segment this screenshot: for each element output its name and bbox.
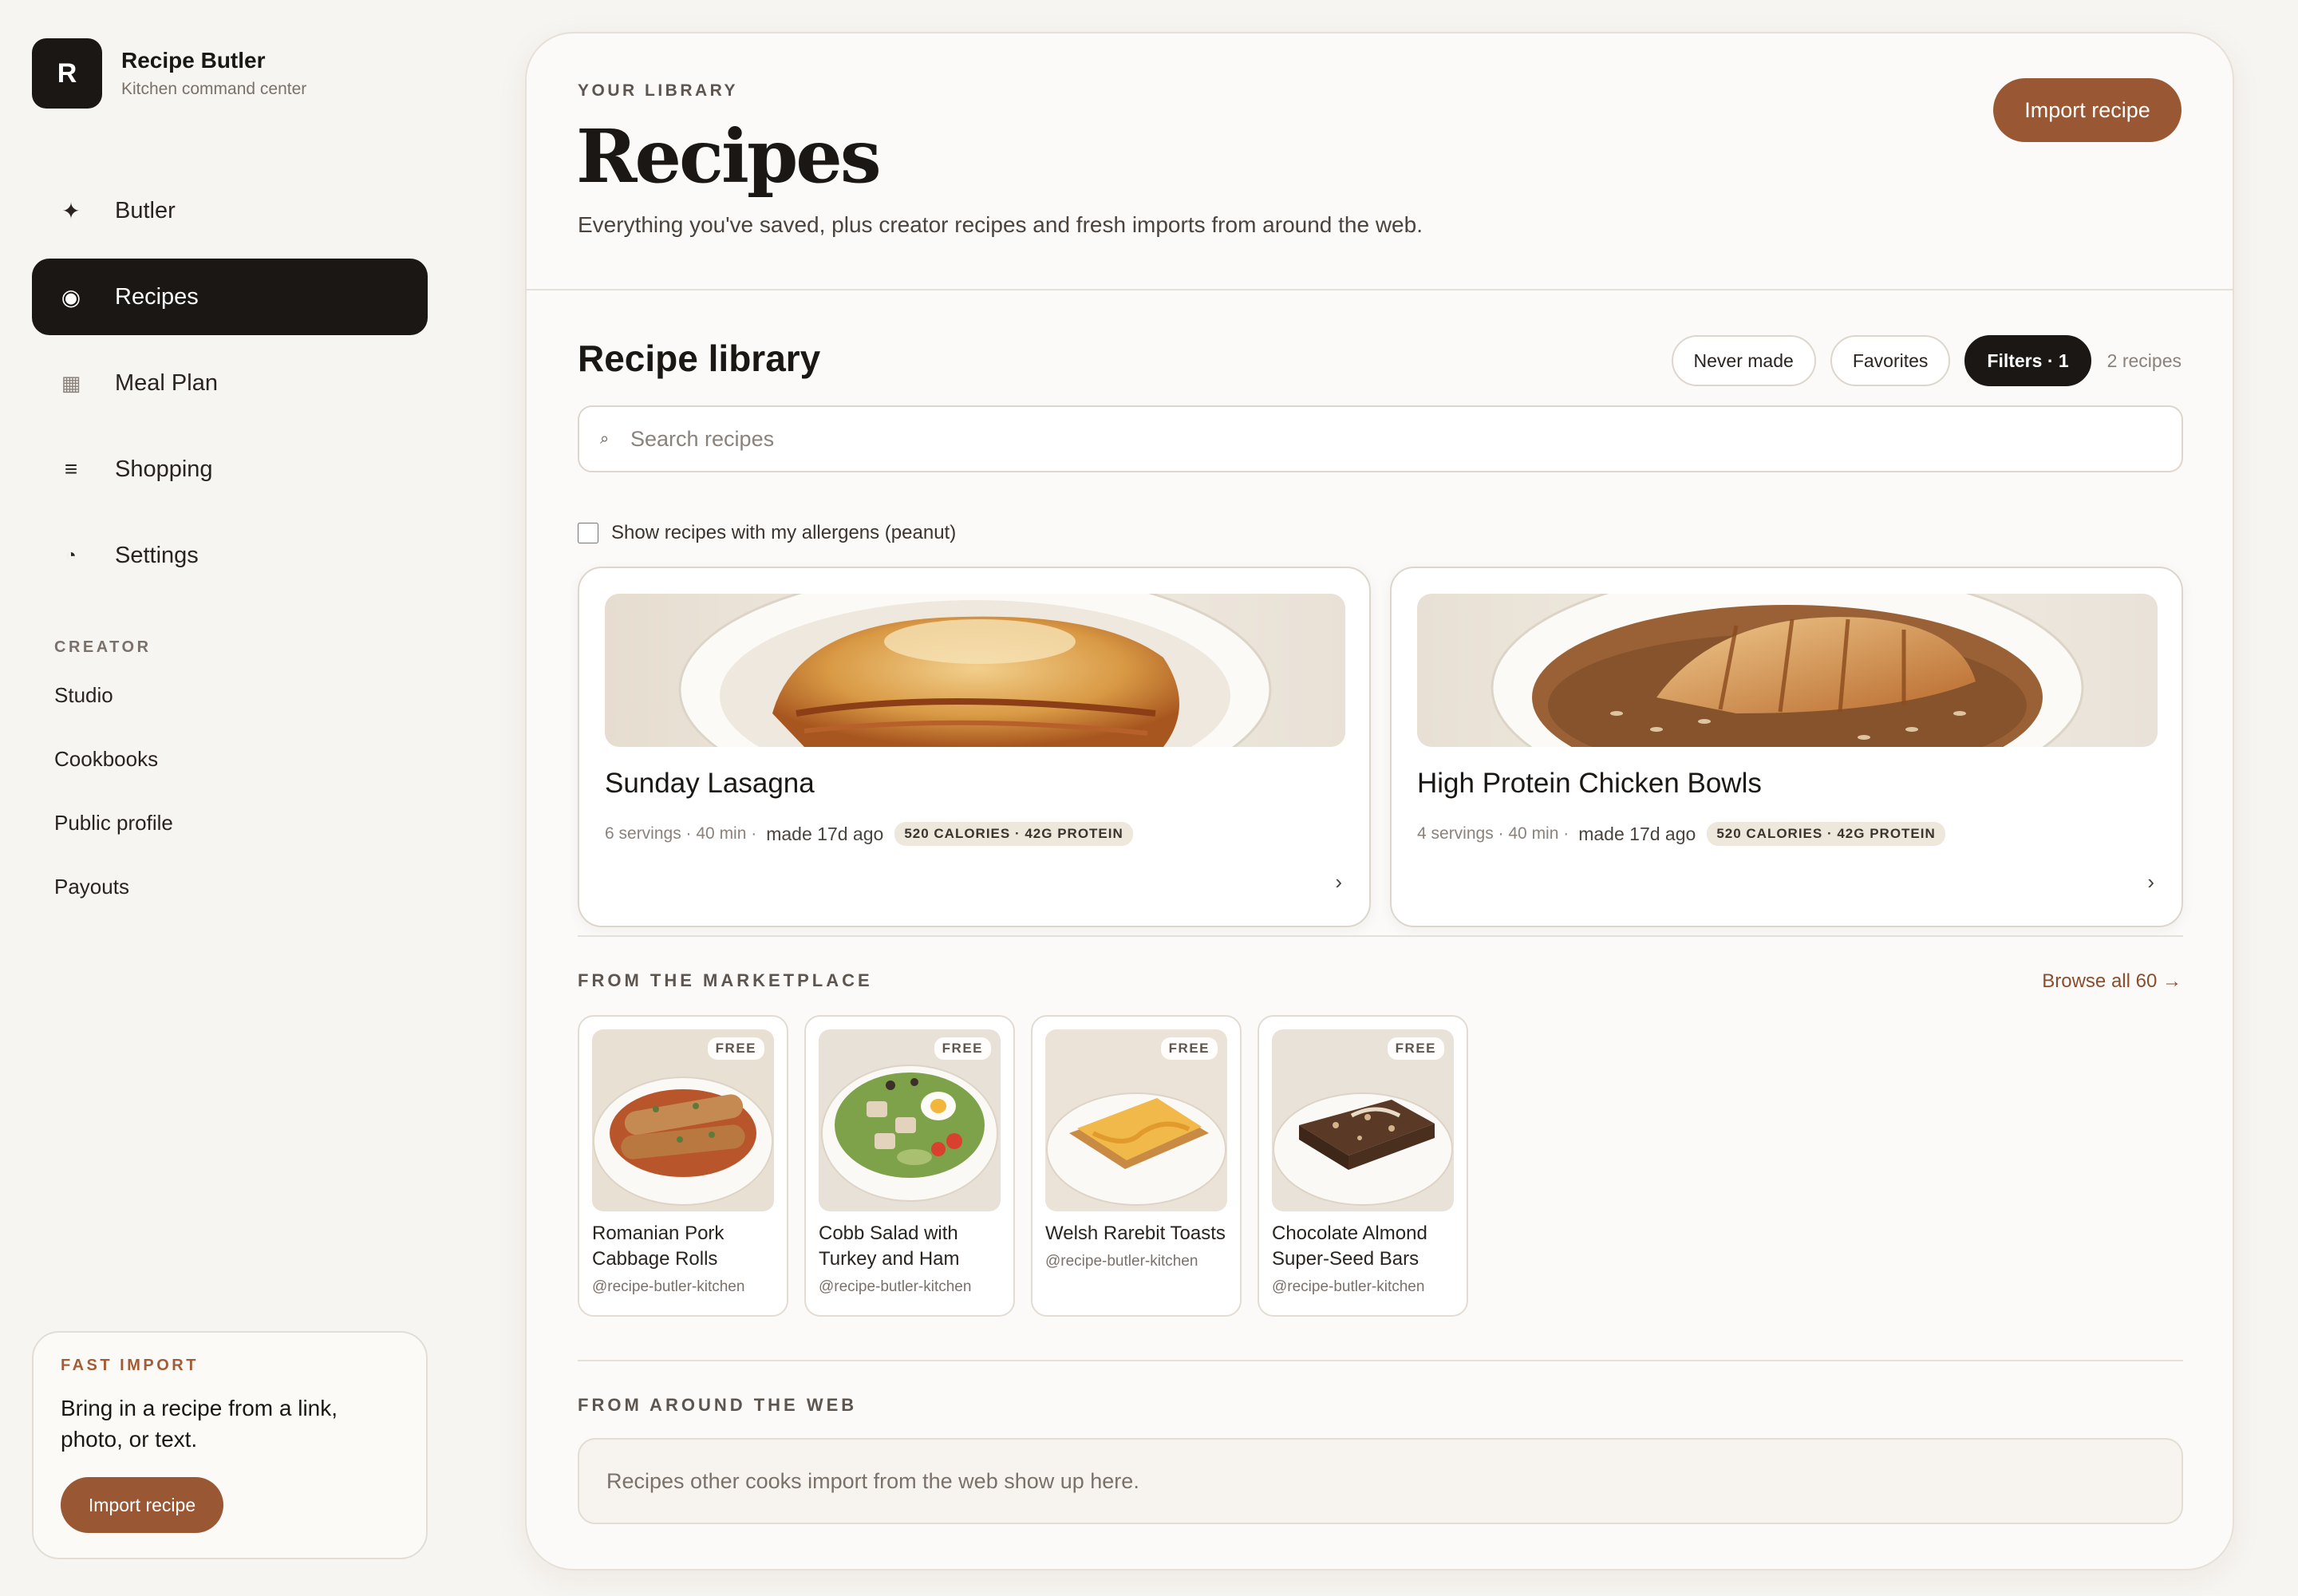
recipe-count: 2 recipes bbox=[2106, 350, 2182, 371]
web-heading: FROM AROUND THE WEB bbox=[578, 1395, 858, 1415]
recipe-name: High Protein Chicken Bowls bbox=[1417, 768, 1762, 799]
free-badge: FREE bbox=[934, 1037, 991, 1060]
header-divider bbox=[527, 289, 2233, 290]
main-nav: ✦ Butler ◉ Recipes ▦ Meal Plan ≡ Shoppin… bbox=[32, 172, 428, 603]
recipe-meta: 6 servings · 40 min · made 17d ago 520 C… bbox=[605, 822, 1133, 846]
section-divider bbox=[578, 935, 2183, 937]
allergen-checkbox[interactable] bbox=[578, 523, 598, 543]
recipes-icon: ◉ bbox=[61, 284, 81, 310]
creator-handle: @recipe-butler-kitchen bbox=[592, 1278, 745, 1295]
creator-handle: @recipe-butler-kitchen bbox=[819, 1278, 972, 1295]
creator-list: Studio Cookbooks Public profile Payouts bbox=[54, 683, 173, 938]
brand-text: Recipe Butler Kitchen command center bbox=[121, 48, 306, 99]
marketplace-card[interactable]: FREE Welsh Rarebit Toasts @recipe-butler… bbox=[1031, 1015, 1242, 1317]
brand[interactable]: R Recipe Butler Kitchen command center bbox=[32, 38, 306, 109]
nutrition-badge: 520 CALORIES · 42G PROTEIN bbox=[1707, 822, 1945, 846]
cabbage-rolls-image: FREE bbox=[592, 1029, 774, 1211]
page-subtitle: Everything you've saved, plus creator re… bbox=[578, 212, 1423, 237]
marketplace-card[interactable]: FREE Romanian Pork Cabbage Rolls @recipe… bbox=[578, 1015, 788, 1317]
creator-heading: CREATOR bbox=[54, 638, 152, 656]
calendar-icon: ▦ bbox=[61, 370, 81, 395]
chevron-right-icon[interactable]: › bbox=[2147, 870, 2154, 895]
recipe-made-ago: made 17d ago bbox=[1578, 823, 1696, 844]
nav-item-label: Meal Plan bbox=[115, 369, 218, 396]
nutrition-badge: 520 CALORIES · 42G PROTEIN bbox=[894, 822, 1133, 846]
marketplace-title: Chocolate Almond Super-Seed Bars bbox=[1272, 1223, 1427, 1270]
creator-handle: @recipe-butler-kitchen bbox=[1045, 1253, 1198, 1270]
browse-all-link[interactable]: Browse all 60 → bbox=[2042, 970, 2182, 993]
marketplace-title: Romanian Pork Cabbage Rolls bbox=[592, 1223, 725, 1270]
chicken-rice-image bbox=[1417, 594, 2158, 747]
fast-import-label: FAST IMPORT bbox=[61, 1357, 199, 1374]
nav-item-shopping[interactable]: ≡ Shopping bbox=[32, 431, 428, 508]
library-title: Recipe library bbox=[578, 338, 821, 379]
creator-item-studio[interactable]: Studio bbox=[54, 683, 173, 715]
recipe-name: Sunday Lasagna bbox=[605, 768, 815, 799]
rarebit-toast-image: FREE bbox=[1045, 1029, 1227, 1211]
nav-item-settings[interactable]: ◔ Settings bbox=[32, 517, 428, 594]
allergen-label: Show recipes with my allergens (peanut) bbox=[611, 522, 957, 543]
creator-item-payouts[interactable]: Payouts bbox=[54, 875, 173, 907]
filter-favorites[interactable]: Favorites bbox=[1830, 335, 1951, 386]
web-empty-state: Recipes other cooks import from the web … bbox=[578, 1438, 2183, 1524]
creator-item-public-profile[interactable]: Public profile bbox=[54, 811, 173, 843]
nav-item-butler[interactable]: ✦ Butler bbox=[32, 172, 428, 249]
allergen-toggle[interactable]: Show recipes with my allergens (peanut) bbox=[578, 522, 956, 544]
chevron-right-icon[interactable]: › bbox=[1335, 870, 1342, 895]
page-title: Recipes bbox=[576, 113, 882, 200]
search-icon: ⌕ bbox=[600, 429, 610, 448]
list-icon: ≡ bbox=[64, 456, 78, 481]
creator-handle: @recipe-butler-kitchen bbox=[1272, 1278, 1425, 1295]
marketplace-title: Welsh Rarebit Toasts bbox=[1045, 1223, 1226, 1244]
marketplace-card[interactable]: FREE Cobb Salad with Turkey and Ham @rec… bbox=[804, 1015, 1015, 1317]
fast-import-text: Bring in a recipe from a link, photo, or… bbox=[61, 1396, 338, 1452]
marketplace-card[interactable]: FREE Chocolate Almond Super-Seed Bars @r… bbox=[1258, 1015, 1468, 1317]
free-badge: FREE bbox=[1160, 1037, 1218, 1060]
search-input[interactable] bbox=[630, 426, 2146, 452]
filter-button[interactable]: Filters · 1 bbox=[1964, 335, 2091, 386]
section-divider bbox=[578, 1360, 2183, 1361]
cobb-salad-image: FREE bbox=[819, 1029, 1001, 1211]
filter-never-made[interactable]: Never made bbox=[1671, 335, 1816, 386]
marketplace-heading: FROM THE MARKETPLACE bbox=[578, 970, 873, 990]
brand-tagline: Kitchen command center bbox=[121, 80, 307, 98]
recipe-servings-time: 4 servings · 40 min · bbox=[1417, 824, 1570, 843]
search-bar: ⌕ bbox=[578, 405, 2183, 472]
fast-import-card: FAST IMPORT Bring in a recipe from a lin… bbox=[32, 1331, 428, 1559]
sparkle-icon: ✦ bbox=[61, 198, 81, 223]
nav-item-label: Butler bbox=[115, 197, 176, 223]
recipe-card[interactable]: Sunday Lasagna 6 servings · 40 min · mad… bbox=[578, 567, 1371, 927]
main-panel: YOUR LIBRARY Recipes Everything you've s… bbox=[525, 32, 2234, 1570]
creator-item-cookbooks[interactable]: Cookbooks bbox=[54, 747, 173, 779]
nav-item-label: Recipes bbox=[115, 283, 199, 310]
free-badge: FREE bbox=[707, 1037, 764, 1060]
recipe-card[interactable]: High Protein Chicken Bowls 4 servings · … bbox=[1390, 567, 2183, 927]
import-recipe-button[interactable]: Import recipe bbox=[1993, 78, 2182, 142]
lasagna-image bbox=[605, 594, 1345, 747]
nav-item-label: Settings bbox=[115, 542, 199, 568]
recipe-meta: 4 servings · 40 min · made 17d ago 520 C… bbox=[1417, 822, 1945, 846]
nav-item-label: Shopping bbox=[115, 456, 213, 482]
library-filters: Never made Favorites Filters · 1 2 recip… bbox=[1671, 335, 2182, 386]
free-badge: FREE bbox=[1387, 1037, 1444, 1060]
recipe-made-ago: made 17d ago bbox=[766, 823, 884, 844]
recipe-servings-time: 6 servings · 40 min · bbox=[605, 824, 757, 843]
marketplace-title: Cobb Salad with Turkey and Ham bbox=[819, 1223, 960, 1270]
fast-import-button[interactable]: Import recipe bbox=[61, 1477, 223, 1533]
nav-item-recipes[interactable]: ◉ Recipes bbox=[32, 259, 428, 335]
settings-icon: ◔ bbox=[65, 545, 77, 565]
sidebar: R Recipe Butler Kitchen command center ✦… bbox=[0, 0, 463, 1596]
chocolate-bar-image: FREE bbox=[1272, 1029, 1454, 1211]
nav-item-meal-plan[interactable]: ▦ Meal Plan bbox=[32, 345, 428, 421]
page-eyebrow: YOUR LIBRARY bbox=[578, 81, 739, 100]
brand-logo: R bbox=[32, 38, 102, 109]
brand-name: Recipe Butler bbox=[121, 48, 266, 73]
